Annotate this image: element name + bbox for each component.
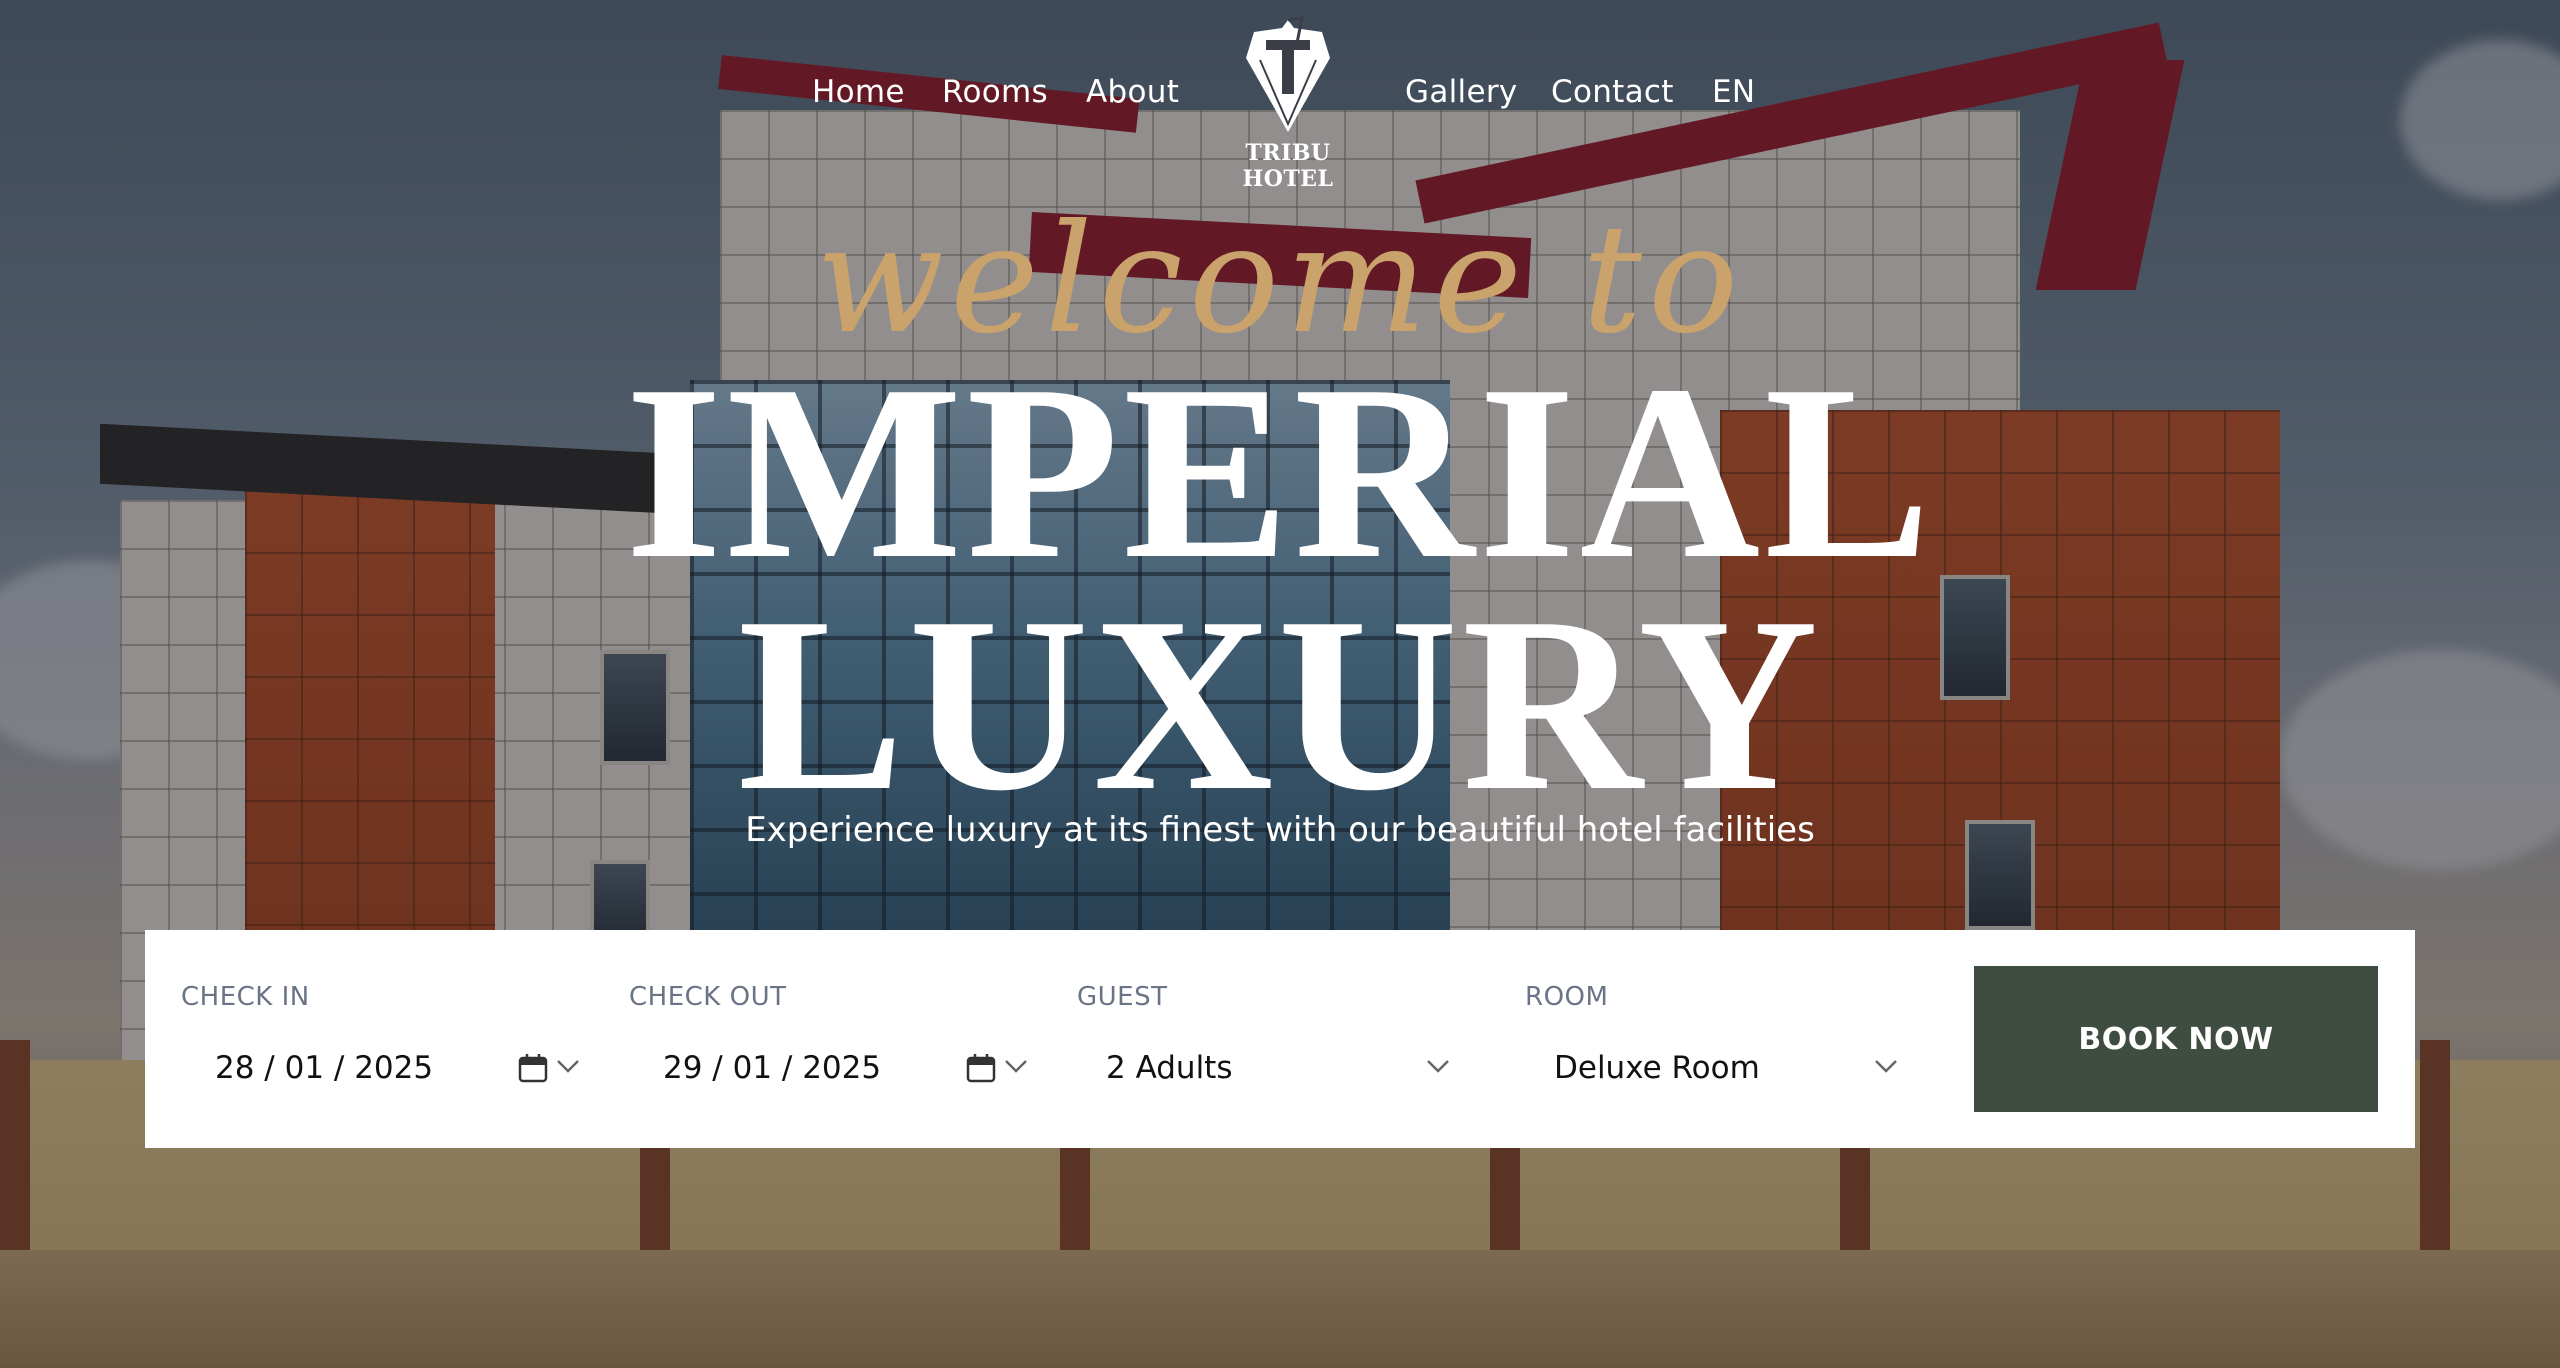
check-out-field[interactable]: CHECK OUT 29 / 01 / 2025 [593, 930, 1041, 1148]
hero-title-line2: LUXURY [737, 566, 1823, 843]
check-out-date-input[interactable]: 29 / 01 / 2025 [663, 1050, 881, 1086]
calendar-icon[interactable] [965, 1052, 997, 1084]
check-in-date-input[interactable]: 28 / 01 / 2025 [215, 1050, 433, 1086]
chevron-down-icon[interactable] [1873, 1056, 1899, 1076]
tribu-hotel-logo-icon [1246, 16, 1330, 132]
guest-select[interactable]: GUEST 2 Adults [1041, 930, 1489, 1148]
site-logo[interactable]: TRIBU HOTEL [1208, 14, 1368, 192]
calendar-icon[interactable] [517, 1052, 549, 1084]
booking-form: CHECK IN 28 / 01 / 2025 CHECK OUT 29 / 0… [145, 930, 2415, 1148]
room-select[interactable]: ROOM Deluxe Room [1489, 930, 1937, 1148]
check-in-label: CHECK IN [181, 982, 310, 1012]
room-label: ROOM [1525, 982, 1609, 1012]
welcome-script: welcome to [815, 193, 1745, 367]
nav-gallery[interactable]: Gallery [1405, 74, 1518, 110]
hero-title-line1: IMPERIAL [625, 334, 1935, 611]
logo-text: TRIBU HOTEL [1242, 140, 1334, 192]
nav-about[interactable]: About [1086, 74, 1179, 110]
hero-subtitle: Experience luxury at its finest with our… [745, 810, 1815, 850]
nav-home[interactable]: Home [812, 74, 905, 110]
chevron-down-icon[interactable] [1003, 1056, 1029, 1076]
room-value: Deluxe Room [1554, 1050, 1760, 1086]
guest-label: GUEST [1077, 982, 1168, 1012]
check-in-field[interactable]: CHECK IN 28 / 01 / 2025 [145, 930, 593, 1148]
nav-contact[interactable]: Contact [1551, 74, 1674, 110]
check-out-label: CHECK OUT [629, 982, 787, 1012]
chevron-down-icon[interactable] [1425, 1056, 1451, 1076]
nav-rooms[interactable]: Rooms [942, 74, 1048, 110]
chevron-down-icon[interactable] [555, 1056, 581, 1076]
guest-value: 2 Adults [1106, 1050, 1233, 1086]
language-switcher[interactable]: EN [1712, 74, 1755, 110]
book-now-button[interactable]: BOOK NOW [1974, 966, 2378, 1112]
